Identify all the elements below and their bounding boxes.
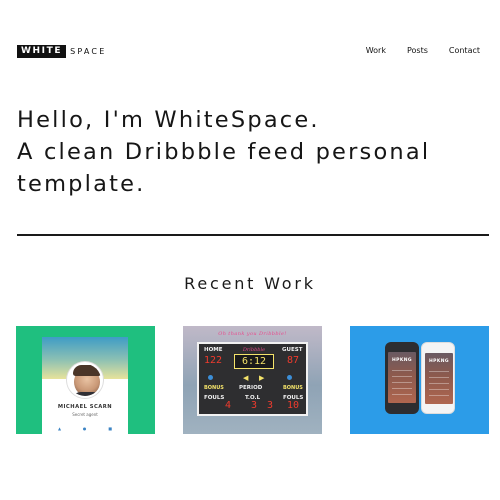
home-label: HOME — [204, 347, 223, 353]
hero-line-2: A clean Dribbble feed personal — [17, 139, 431, 165]
avatar-shirt — [71, 392, 101, 396]
possession-left-icon: ◀ — [243, 374, 249, 382]
screen-row — [392, 388, 412, 389]
site-logo[interactable]: WHITE SPACE — [17, 45, 106, 58]
hero-line-1: Hello, I'm WhiteSpace. — [17, 107, 320, 133]
home-score: 122 — [204, 355, 223, 366]
twitter-icon: ▲ — [58, 426, 62, 431]
avatar-hair — [73, 365, 101, 376]
profile-name: MICHAEL SCARN — [57, 404, 113, 410]
phone-light-screen: HPKNG — [425, 353, 453, 404]
screen-row — [429, 377, 449, 378]
scoreboard-tagline: Oh thank you Dribbble! — [218, 331, 287, 337]
profile-subtitle: Secret agent — [72, 412, 98, 417]
scoreboard: HOME Dribbble GUEST 122 6:12 87 ◀ ▶ BONU… — [197, 342, 308, 416]
logo-white-word: WHITE — [17, 45, 67, 58]
screen-row — [429, 389, 449, 390]
nav-link-work[interactable]: Work — [366, 46, 386, 55]
scoreboard-brand: Dribbble — [242, 347, 266, 353]
guest-label: GUEST — [282, 347, 303, 353]
phone-dark-screen: HPKNG — [388, 352, 416, 403]
logo-space-word: SPACE — [70, 47, 107, 56]
dribbble-icon: ● — [82, 426, 87, 431]
bonus-light-guest-icon — [287, 375, 292, 380]
bonus-label-guest: BONUS — [283, 385, 303, 391]
screen-row — [429, 371, 449, 372]
guest-score: 87 — [287, 355, 300, 366]
hero-divider — [17, 234, 489, 236]
app-title-light: HPKNG — [428, 359, 449, 364]
possession-right-icon: ▶ — [259, 374, 265, 382]
tol-value: 3 — [267, 400, 274, 411]
screen-row — [392, 394, 412, 395]
profile-card-shot: MICHAEL SCARN Secret agent ▲ ● ■ — [42, 337, 128, 434]
main-nav: Work Posts Contact — [366, 46, 480, 55]
profile-social-icons: ▲ ● ■ — [58, 426, 112, 431]
work-card-mobile-app[interactable]: HPKNG HPKNG — [350, 326, 489, 434]
nav-link-posts[interactable]: Posts — [407, 46, 428, 55]
hero-heading: Hello, I'm WhiteSpace. A clean Dribbble … — [17, 104, 493, 200]
period-value: 3 — [251, 400, 258, 411]
recent-work-title: Recent Work — [184, 274, 316, 293]
bonus-light-home-icon — [208, 375, 213, 380]
linkedin-icon: ■ — [108, 426, 112, 431]
fouls-guest-value: 10 — [287, 400, 300, 411]
phone-dark: HPKNG — [385, 342, 419, 414]
phone-light: HPKNG — [421, 342, 455, 414]
hero-line-3: template. — [17, 171, 146, 197]
bonus-label-home: BONUS — [204, 385, 224, 391]
period-label: PERIOD — [239, 385, 263, 391]
screen-row — [392, 370, 412, 371]
work-card-profile[interactable]: MICHAEL SCARN Secret agent ▲ ● ■ — [16, 326, 155, 434]
avatar — [67, 362, 103, 398]
nav-link-contact[interactable]: Contact — [449, 46, 480, 55]
fouls-label-home: FOULS — [204, 395, 225, 401]
fouls-home-value: 4 — [225, 400, 232, 411]
game-clock: 6:12 — [234, 354, 274, 369]
screen-row — [429, 383, 449, 384]
work-card-scoreboard[interactable]: Oh thank you Dribbble! HOME Dribbble GUE… — [183, 326, 322, 434]
screen-row — [392, 376, 412, 377]
screen-row — [392, 382, 412, 383]
app-title-dark: HPKNG — [391, 358, 412, 363]
screen-row — [429, 395, 449, 396]
